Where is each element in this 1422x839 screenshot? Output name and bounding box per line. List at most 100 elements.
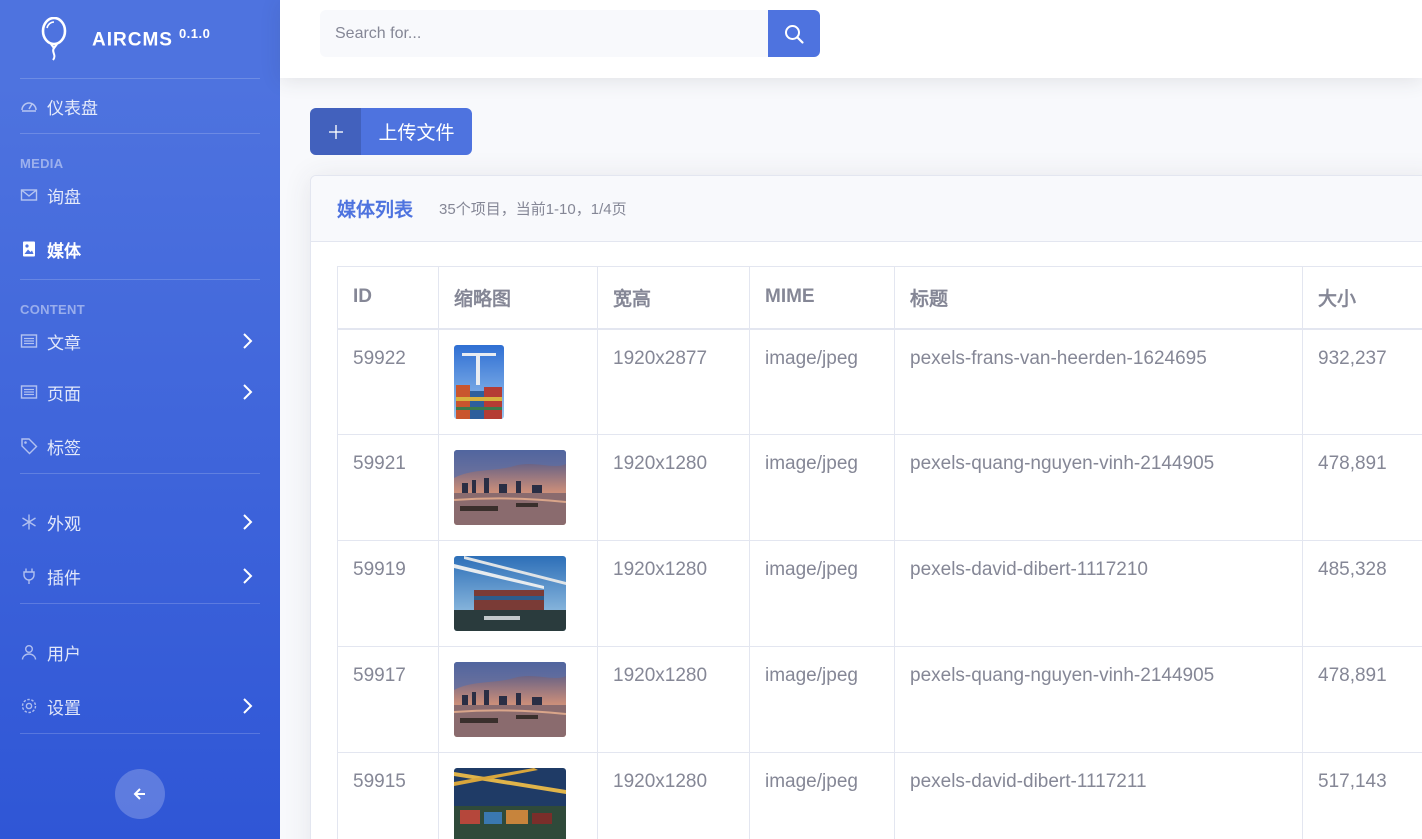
cell-id: 59919 [337,540,439,647]
chevron-right-icon [243,514,253,530]
cell-id: 59917 [337,646,439,753]
envelope-icon [20,186,38,204]
search-icon [785,24,804,44]
sidebar-item-label: 文章 [47,333,81,353]
topbar [280,0,1422,78]
chevron-right-icon [243,333,253,349]
sidebar-item-plugins[interactable]: 插件 [0,549,280,603]
brand-name: AIRCMS 0.1.0 [92,26,211,51]
search-input[interactable] [320,10,768,57]
sidebar-heading-media: MEDIA [20,156,64,171]
cell-mime: image/jpeg [749,434,895,541]
thumbnail-image[interactable] [454,662,566,737]
sidebar-item-articles[interactable]: 文章 [0,317,280,365]
cell-title[interactable]: pexels-david-dibert-1117211 [894,752,1303,839]
plus-icon [310,108,361,155]
cell-mime: image/jpeg [749,752,895,839]
cell-id: 59915 [337,752,439,839]
list-icon [20,383,38,401]
cell-title[interactable]: pexels-quang-nguyen-vinh-2144905 [894,646,1303,753]
media-table: ID 缩略图 宽高 MIME 标题 大小 59922 1920x2877 ima… [337,266,1422,839]
cell-size: 932,237 [1302,328,1422,435]
search-bar [320,10,820,57]
sidebar-item-label: 外观 [47,514,81,534]
cell-mime: image/jpeg [749,646,895,753]
cell-dimensions: 1920x1280 [597,752,750,839]
table-row[interactable]: 59917 1920x1280 image/jpeg pexels-quang-… [337,646,1422,753]
cell-thumbnail [438,752,598,839]
cell-mime: image/jpeg [749,328,895,435]
sidebar-item-appearance[interactable]: 外观 [0,495,280,549]
sidebar-item-settings[interactable]: 设置 [0,679,280,733]
sidebar-toggle-button[interactable] [115,769,165,819]
column-header-size[interactable]: 大小 [1302,266,1422,330]
chevron-right-icon [243,568,253,584]
card-header: 媒体列表 35个项目，当前1-10，1/4页 [311,176,1422,242]
list-icon [20,332,38,350]
sidebar-item-label: 媒体 [47,241,81,261]
cell-dimensions: 1920x1280 [597,646,750,753]
thumbnail-image[interactable] [454,556,566,631]
sidebar-item-media[interactable]: 媒体 [0,219,280,279]
cell-title[interactable]: pexels-david-dibert-1117210 [894,540,1303,647]
cell-dimensions: 1920x2877 [597,328,750,435]
cell-id: 59921 [337,434,439,541]
upload-file-button[interactable]: 上传文件 [310,108,472,155]
thumbnail-image[interactable] [454,344,504,419]
gauge-icon [20,97,38,115]
cell-title[interactable]: pexels-quang-nguyen-vinh-2144905 [894,434,1303,541]
sidebar: AIRCMS0.1.0 仪表盘 MEDIA 询盘 媒体 CONTENT 文章 [0,0,280,839]
snowflake-icon [20,513,38,531]
cell-thumbnail [438,328,598,435]
image-icon [20,240,38,258]
sidebar-item-label: 询盘 [47,187,81,207]
column-header-title[interactable]: 标题 [894,266,1303,330]
sidebar-divider [20,733,260,734]
sidebar-item-label: 页面 [47,384,81,404]
arrow-left-icon [133,788,145,800]
table-row[interactable]: 59921 1920x1280 image/jpeg pexels-quang-… [337,434,1422,541]
search-button[interactable] [768,10,820,57]
pagination-summary: 35个项目，当前1-10，1/4页 [439,201,627,218]
sidebar-item-label: 插件 [47,568,81,588]
cell-title[interactable]: pexels-frans-van-heerden-1624695 [894,328,1303,435]
sidebar-item-pages[interactable]: 页面 [0,365,280,419]
cell-dimensions: 1920x1280 [597,434,750,541]
thumbnail-image[interactable] [454,768,566,839]
sidebar-item-label: 仪表盘 [47,98,98,118]
column-header-dimensions[interactable]: 宽高 [597,266,750,330]
media-list-card: 媒体列表 35个项目，当前1-10，1/4页 ID 缩略图 宽高 MIME 标题… [310,175,1422,839]
cell-id: 59922 [337,328,439,435]
sidebar-item-inquiry[interactable]: 询盘 [0,171,280,219]
chevron-right-icon [243,698,253,714]
column-header-mime[interactable]: MIME [749,266,895,330]
sidebar-heading-content: CONTENT [20,302,85,317]
user-icon [20,643,38,661]
table-row[interactable]: 59922 1920x2877 image/jpeg pexels-frans-… [337,328,1422,435]
cell-dimensions: 1920x1280 [597,540,750,647]
gear-icon [20,697,38,715]
table-row[interactable]: 59919 1920x1280 image/jpeg pexels-david-… [337,540,1422,647]
card-title: 媒体列表 [337,200,414,221]
brand[interactable]: AIRCMS 0.1.0 [0,0,280,78]
cell-size: 478,891 [1302,434,1422,541]
chevron-right-icon [243,384,253,400]
sidebar-item-label: 设置 [47,698,81,718]
cell-thumbnail [438,646,598,753]
sidebar-item-label: 用户 [47,644,81,664]
cell-thumbnail [438,540,598,647]
sidebar-item-tags[interactable]: 标签 [0,419,280,473]
cell-size: 478,891 [1302,646,1422,753]
sidebar-item-users[interactable]: 用户 [0,625,280,679]
tag-icon [20,437,38,455]
column-header-id[interactable]: ID [337,266,439,330]
cell-size: 517,143 [1302,752,1422,839]
brand-version: 0.1.0 [178,26,211,42]
cell-mime: image/jpeg [749,540,895,647]
thumbnail-image[interactable] [454,450,566,525]
sidebar-item-dashboard[interactable]: 仪表盘 [0,79,280,133]
table-row[interactable]: 59915 1920x1280 image/jpeg pexels-david-… [337,752,1422,839]
plug-icon [20,567,38,585]
sidebar-item-label: 标签 [47,438,81,458]
balloon-icon [41,17,67,61]
